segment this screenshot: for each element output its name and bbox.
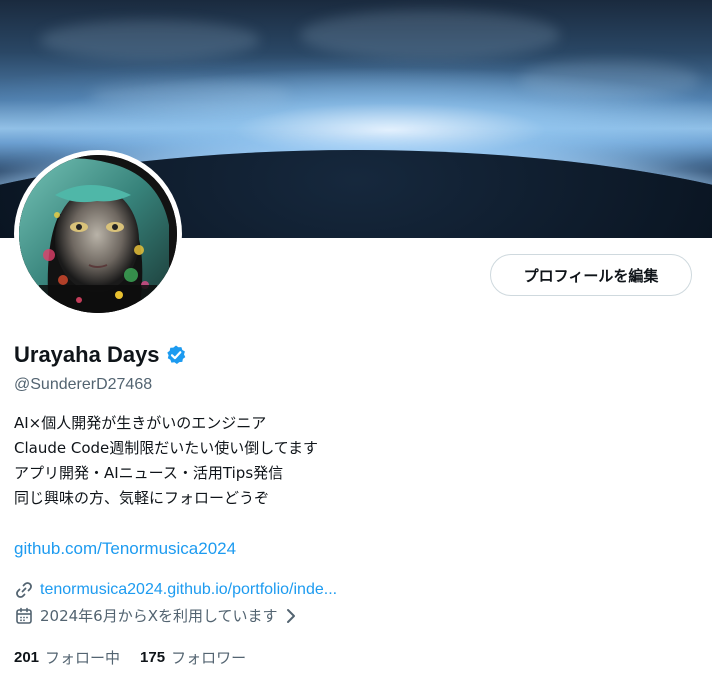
bio-github-link[interactable]: github.com/Tenormusica2024 [14,537,236,561]
verified-badge-icon[interactable] [165,344,187,366]
edit-profile-button[interactable]: プロフィールを編集 [490,254,692,296]
joined-date: 2024年6月からXを利用しています [40,607,278,625]
display-name-row: Urayaha Days [14,340,187,370]
calendar-icon [16,607,32,624]
banner-cloud [90,80,290,110]
bio-line: アプリ開発・AIニュース・活用Tips発信 [14,464,284,482]
bio: AI×個人開発が生きがいのエンジニア Claude Code週制限だいたい使い倒… [14,411,318,511]
follow-stats: 201 フォロー中 175 フォロワー [14,647,266,669]
link-icon [16,582,32,598]
avatar-image [19,155,177,313]
bio-line: Claude Code週制限だいたい使い倒してます [14,439,319,457]
website-link[interactable]: tenormusica2024.github.io/portfolio/inde… [40,579,337,601]
website-row: tenormusica2024.github.io/portfolio/inde… [14,579,337,601]
following-link[interactable]: 201 フォロー中 [14,647,120,669]
bio-line: 同じ興味の方、気軽にフォローどうぞ [14,489,270,507]
followers-link[interactable]: 175 フォロワー [140,647,246,669]
banner-cloud [300,10,560,60]
following-label: フォロー中 [45,649,121,667]
banner-cloud [40,20,260,60]
chevron-right-icon [286,609,295,623]
avatar[interactable] [14,150,182,318]
banner-cloud [520,60,700,100]
handle: @SundererD27468 [14,376,153,393]
followers-label: フォロワー [171,649,247,667]
following-count: 201 [14,649,40,666]
display-name: Urayaha Days [14,342,160,367]
bio-line: AI×個人開発が生きがいのエンジニア [14,414,267,432]
joined-row[interactable]: 2024年6月からXを利用しています [14,605,298,627]
followers-count: 175 [140,649,166,666]
